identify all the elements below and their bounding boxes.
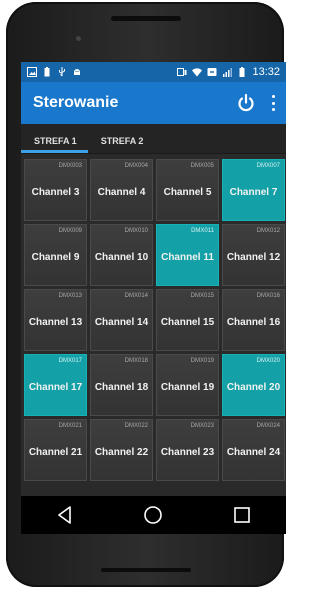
tab-strefa-1[interactable]: STREFA 1 [21,136,88,153]
channel-button[interactable]: DMX013 Channel 13 [24,289,87,351]
channel-label: Channel 10 [94,252,149,263]
front-camera [76,36,81,41]
channel-button[interactable]: DMX003 Channel 3 [24,159,87,221]
battery-notification-icon [44,67,50,77]
earpiece-speaker [111,16,181,21]
channel-button[interactable]: DMX018 Channel 18 [90,354,153,416]
channel-label: Channel 24 [226,447,281,458]
home-icon[interactable] [142,504,164,526]
zone-tabs: STREFA 1 STREFA 2 [21,124,286,154]
channel-button[interactable]: DMX024 Channel 24 [222,419,285,481]
channel-label: Channel 21 [28,447,83,458]
app-title: Sterowanie [33,94,119,111]
channel-button[interactable]: DMX007 Channel 7 [222,159,285,221]
channel-label: Channel 20 [226,382,281,393]
channel-label: Channel 11 [161,252,214,263]
dmx-address: DMX023 [190,423,214,429]
dmx-address: DMX015 [190,293,214,299]
back-icon[interactable] [54,504,76,526]
channel-button[interactable]: DMX015 Channel 15 [156,289,219,351]
overflow-menu-icon[interactable] [270,95,276,111]
dmx-address: DMX018 [124,358,148,364]
dmx-address: DMX003 [58,163,82,169]
dmx-address: DMX021 [58,423,82,429]
channel-label: Channel 5 [163,187,212,198]
status-notifications [27,67,82,77]
dmx-address: DMX016 [256,293,280,299]
channel-label: Channel 22 [94,447,149,458]
channel-label: Channel 15 [160,317,215,328]
channel-label: Channel 3 [31,187,80,198]
channel-button[interactable]: DMX011 Channel 11 [156,224,219,286]
channel-button[interactable]: DMX012 Channel 12 [222,224,285,286]
channel-button[interactable]: DMX010 Channel 10 [90,224,153,286]
image-icon [27,67,37,77]
bottom-speaker [101,568,191,572]
dmx-address: DMX012 [256,228,280,234]
dmx-address: DMX014 [124,293,148,299]
channel-button[interactable]: DMX017 Channel 17 [24,354,87,416]
status-system: 13:32 [177,66,280,78]
app-bar-actions [236,93,276,113]
channel-button[interactable]: DMX023 Channel 23 [156,419,219,481]
android-debug-icon [74,69,80,75]
channel-button[interactable]: DMX016 Channel 16 [222,289,285,351]
screen-cast-icon [177,68,187,76]
status-bar: 13:32 [21,62,286,82]
dmx-address: DMX011 [191,228,214,234]
dmx-address: DMX005 [190,163,214,169]
channel-button[interactable]: DMX022 Channel 22 [90,419,153,481]
dmx-address: DMX013 [58,293,82,299]
recents-icon[interactable] [231,504,253,526]
power-icon[interactable] [236,93,256,113]
dmx-address: DMX020 [256,358,280,364]
channel-label: Channel 19 [160,382,215,393]
channel-label: Channel 12 [226,252,281,263]
dmx-address: DMX024 [256,423,280,429]
dmx-address: DMX007 [256,163,280,169]
channel-button[interactable]: DMX014 Channel 14 [90,289,153,351]
channel-button[interactable]: DMX020 Channel 20 [222,354,285,416]
sync-icon [207,68,217,76]
channel-label: Channel 7 [229,187,278,198]
navigation-bar [21,496,286,534]
channel-label: Channel 9 [31,252,80,263]
channel-label: Channel 18 [94,382,149,393]
channel-button[interactable]: DMX019 Channel 19 [156,354,219,416]
channel-button[interactable]: DMX004 Channel 4 [90,159,153,221]
channel-label: Channel 4 [97,187,146,198]
signal-icon [223,68,233,77]
channel-button[interactable]: DMX021 Channel 21 [24,419,87,481]
dmx-address: DMX010 [124,228,148,234]
channel-button[interactable]: DMX009 Channel 9 [24,224,87,286]
channel-label: Channel 16 [226,317,281,328]
dmx-address: DMX019 [190,358,214,364]
channel-label: Channel 17 [28,382,83,393]
dmx-address: DMX004 [124,163,148,169]
dmx-address: DMX017 [58,358,82,364]
dmx-address: DMX009 [58,228,82,234]
battery-icon [239,67,245,77]
app-bar: Sterowanie [21,82,286,124]
wifi-icon [192,68,203,77]
tab-strefa-2[interactable]: STREFA 2 [88,136,155,153]
usb-icon [59,67,65,77]
dmx-address: DMX022 [124,423,148,429]
status-time: 13:32 [252,66,280,78]
channel-button[interactable]: DMX005 Channel 5 [156,159,219,221]
channel-label: Channel 23 [160,447,215,458]
channel-label: Channel 13 [28,317,83,328]
channel-label: Channel 14 [94,317,149,328]
app-screen: 13:32 Sterowanie STREFA 1 STREFA 2 DMX00… [21,62,286,534]
channel-grid: DMX003 Channel 3 DMX004 Channel 4 DMX005 Chan… [24,159,286,481]
